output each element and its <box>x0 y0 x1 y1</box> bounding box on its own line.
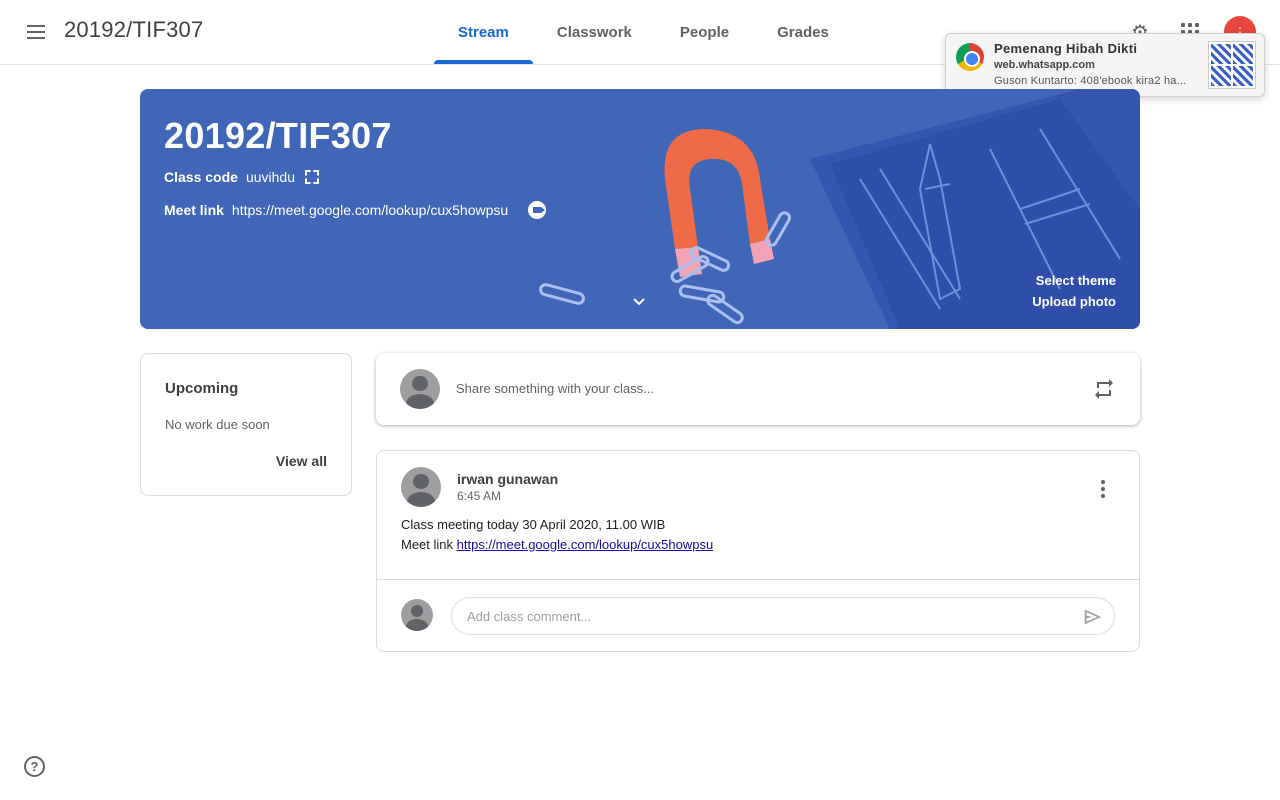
author-avatar <box>401 467 441 507</box>
meet-link-row: Meet link https://meet.google.com/lookup… <box>164 201 547 219</box>
post-divider <box>377 579 1139 580</box>
notification-site: web.whatsapp.com <box>994 59 1095 71</box>
tab-classwork[interactable]: Classwork <box>533 0 656 64</box>
tab-people[interactable]: People <box>656 0 753 64</box>
select-theme-link[interactable]: Select theme <box>1032 273 1116 288</box>
chrome-notification[interactable]: Pemenang Hibah Dikti web.whatsapp.com Gu… <box>945 33 1265 97</box>
repost-icon[interactable] <box>1092 377 1116 401</box>
upcoming-status: No work due soon <box>165 417 270 432</box>
tab-stream[interactable]: Stream <box>434 0 533 64</box>
upcoming-card: Upcoming No work due soon View all <box>140 353 352 496</box>
post-author: irwan gunawan <box>457 471 559 487</box>
class-tabs: Stream Classwork People Grades <box>434 0 853 64</box>
view-all-link[interactable]: View all <box>276 453 327 469</box>
notification-title: Pemenang Hibah Dikti <box>994 41 1138 56</box>
upload-photo-link[interactable]: Upload photo <box>1032 294 1116 309</box>
class-banner: 20192/TIF307 Class code uuvihdu Meet lin… <box>140 89 1140 329</box>
share-with-class-box[interactable]: Share something with your class... <box>376 353 1140 425</box>
share-placeholder: Share something with your class... <box>456 381 654 396</box>
class-code-value: uuvihdu <box>245 169 295 185</box>
notification-thumbnail <box>1208 41 1256 89</box>
class-code-label: Class code <box>164 169 238 185</box>
meet-link-label: Meet link <box>164 202 224 218</box>
class-code-row: Class code uuvihdu <box>164 169 319 185</box>
user-avatar <box>400 369 440 409</box>
stream-post: irwan gunawan 6:45 AM Class meeting toda… <box>376 450 1140 652</box>
class-comment-field[interactable] <box>451 597 1115 635</box>
more-options-icon[interactable] <box>1091 477 1115 501</box>
post-text-line2: Meet link https://meet.google.com/lookup… <box>401 537 713 552</box>
post-text-line1: Class meeting today 30 April 2020, 11.00… <box>401 517 666 532</box>
video-camera-icon[interactable] <box>528 201 547 219</box>
post-meet-label: Meet link <box>401 537 454 552</box>
fullscreen-icon[interactable] <box>305 170 319 184</box>
banner-class-title: 20192/TIF307 <box>164 115 392 156</box>
notification-body: Guson Kuntarto: 408'ebook kira2 ha... <box>994 75 1187 87</box>
meet-link-value[interactable]: https://meet.google.com/lookup/cux5howps… <box>232 202 508 218</box>
tab-grades[interactable]: Grades <box>753 0 853 64</box>
help-icon[interactable]: ? <box>24 756 45 777</box>
upcoming-title: Upcoming <box>165 380 239 397</box>
class-comment-input[interactable] <box>467 609 1047 624</box>
post-meet-link[interactable]: https://meet.google.com/lookup/cux5howps… <box>457 537 714 552</box>
chevron-down-icon[interactable] <box>632 295 646 309</box>
class-title[interactable]: 20192/TIF307 <box>64 17 203 43</box>
main-menu-icon[interactable] <box>20 16 52 48</box>
send-icon[interactable] <box>1082 606 1104 628</box>
chrome-logo-icon <box>956 43 984 71</box>
banner-actions: Select theme Upload photo <box>1032 273 1116 315</box>
post-time: 6:45 AM <box>457 489 502 503</box>
commenter-avatar <box>401 599 433 631</box>
